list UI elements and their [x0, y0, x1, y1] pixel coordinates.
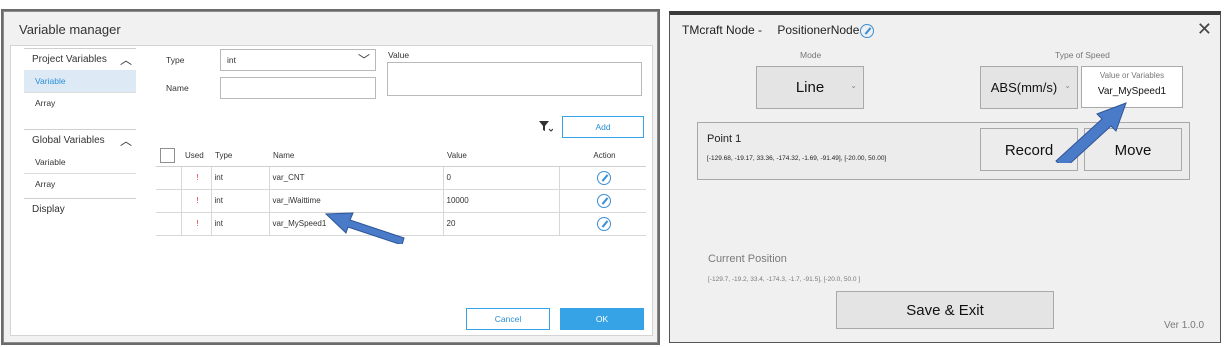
sidebar-section-label: Display	[32, 204, 65, 215]
edit-icon[interactable]	[597, 216, 612, 231]
select-all-checkbox-cell[interactable]	[156, 145, 181, 167]
node-name: PositionerNode	[777, 23, 860, 37]
close-icon[interactable]: ✕	[1197, 19, 1212, 40]
mode-select-value: Line	[795, 79, 825, 96]
chevron-down-icon: ﹀	[357, 53, 370, 67]
action-cell	[559, 189, 646, 213]
sidebar-section-project-variables[interactable]: Project Variables ︿	[24, 48, 136, 70]
sidebar-item-project-array[interactable]: Array	[24, 92, 136, 114]
column-header-type[interactable]: Type	[211, 145, 269, 167]
point-title: Point 1	[707, 133, 742, 145]
chevron-up-icon: ︿	[119, 53, 132, 67]
chevron-up-icon: ︿	[119, 134, 132, 148]
type-select-value: int	[227, 55, 236, 65]
column-header-name[interactable]: Name	[269, 145, 443, 167]
value-cell: 20	[443, 212, 560, 236]
annotation-arrow-icon	[324, 212, 405, 244]
sidebar-item-project-variable[interactable]: Variable	[24, 70, 136, 92]
speed-type-value: ABS(mm/s)	[990, 80, 1058, 95]
chevron-down-icon: ⌄	[1064, 81, 1071, 90]
column-header-action: Action	[559, 145, 646, 167]
row-select-cell[interactable]	[156, 189, 182, 213]
chevron-down-icon: ⌄	[850, 81, 857, 90]
edit-icon[interactable]	[597, 170, 612, 185]
name-input[interactable]	[220, 77, 376, 99]
sidebar-item-global-array[interactable]: Array	[24, 173, 136, 195]
save-exit-label: Save & Exit	[906, 302, 984, 319]
table-row[interactable]: ! int var_CNT 0	[156, 166, 646, 190]
value-input[interactable]	[387, 62, 642, 96]
action-cell	[559, 212, 646, 236]
mode-select[interactable]: Line ⌄	[756, 66, 864, 109]
type-select[interactable]: int ﹀	[220, 49, 376, 71]
sidebar-item-global-variable[interactable]: Variable	[24, 151, 136, 173]
used-indicator: !	[181, 166, 212, 190]
table-header-row: Used Type Name Value Action	[156, 145, 646, 167]
window-title: TMcraft Node - PositionerNode	[682, 23, 859, 37]
version-label: Ver 1.0.0	[1164, 320, 1205, 331]
tmcraft-node-window: TMcraft Node - PositionerNode ✕ Mode Lin…	[669, 11, 1221, 343]
select-all-checkbox[interactable]	[160, 147, 175, 163]
edit-icon[interactable]	[860, 24, 874, 38]
window-title-prefix: TMcraft Node -	[682, 23, 763, 37]
cancel-button[interactable]: Cancel	[466, 308, 550, 330]
value-cell: 0	[443, 166, 560, 190]
save-exit-button[interactable]: Save & Exit	[836, 291, 1054, 329]
current-position-label: Current Position	[708, 253, 787, 265]
value-cell: 10000	[443, 189, 560, 213]
filter-icon[interactable]	[539, 121, 553, 133]
sidebar-section-label: Project Variables	[32, 54, 107, 65]
row-select-cell[interactable]	[156, 166, 182, 190]
type-cell: int	[211, 189, 270, 213]
sidebar-section-display[interactable]: Display	[24, 198, 136, 220]
point-values: [-129.68, -19.17, 33.36, -174.32, -1.69,…	[707, 155, 887, 162]
sidebar-section-label: Global Variables	[32, 135, 105, 146]
column-header-value[interactable]: Value	[443, 145, 559, 167]
name-label: Name	[166, 83, 189, 93]
value-or-variables-label: Value or Variables	[1099, 71, 1165, 80]
name-cell: var_CNT	[269, 166, 444, 190]
annotation-arrow-icon	[1055, 102, 1127, 163]
type-label: Type	[166, 55, 185, 65]
value-or-variables-value: Var_MySpeed1	[1097, 86, 1167, 97]
ok-button[interactable]: OK	[560, 308, 644, 330]
mode-label: Mode	[800, 50, 822, 60]
current-position-values: [-129.7, -19.2, 33.4, -174.3, -1.7, -91.…	[708, 276, 861, 283]
add-button[interactable]: Add	[562, 116, 644, 138]
column-header-used[interactable]: Used	[181, 145, 211, 167]
variable-manager-window: Variable manager Project Variables ︿ Var…	[3, 11, 658, 343]
type-of-speed-label: Type of Speed	[1055, 50, 1110, 60]
value-label: Value	[388, 50, 410, 60]
used-indicator: !	[181, 212, 212, 236]
row-select-cell[interactable]	[156, 212, 182, 236]
type-cell: int	[211, 166, 270, 190]
sidebar-section-global-variables[interactable]: Global Variables ︿	[24, 129, 136, 151]
used-indicator: !	[181, 189, 212, 213]
type-cell: int	[211, 212, 270, 236]
action-cell	[559, 166, 646, 190]
edit-icon[interactable]	[597, 193, 612, 208]
window-title: Variable manager	[19, 22, 121, 37]
